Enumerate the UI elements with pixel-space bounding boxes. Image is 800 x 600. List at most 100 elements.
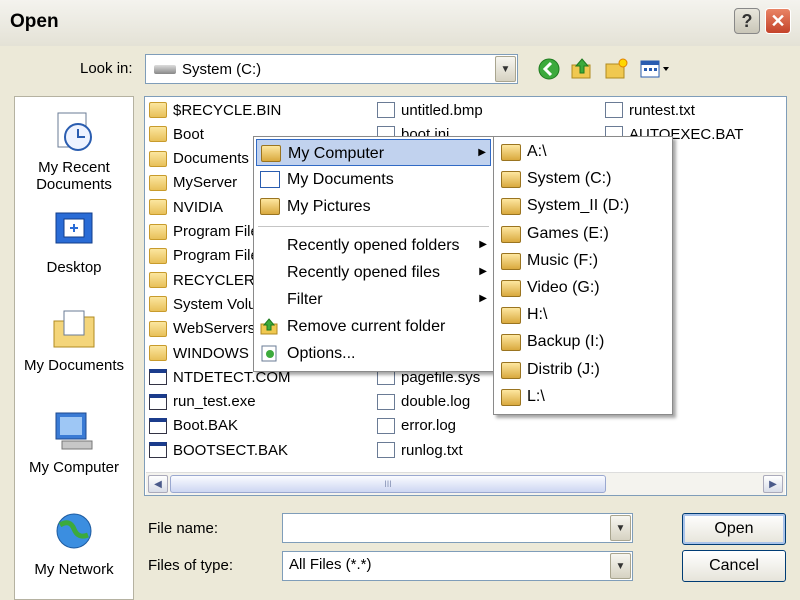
drive-item[interactable]: Music (F:) (496, 248, 670, 275)
menu-item-recent-folders[interactable]: Recently opened folders ▶ (256, 232, 491, 259)
up-folder-icon[interactable] (570, 57, 594, 81)
menu-item-my-computer[interactable]: My Computer ▶ (256, 139, 491, 166)
folder-icon (261, 145, 281, 162)
file-item[interactable]: $RECYCLE.BIN (149, 99, 281, 121)
file-name-text: runlog.txt (401, 441, 463, 459)
file-item[interactable]: WebServers (149, 318, 255, 340)
back-icon[interactable] (537, 57, 561, 81)
help-button[interactable]: ? (734, 8, 760, 34)
folder-icon (149, 223, 167, 240)
folder-icon (149, 126, 167, 143)
title-bar[interactable]: Open ? ✕ (0, 0, 800, 46)
drive-label: System_II (D:) (527, 197, 630, 215)
open-button[interactable]: Open (682, 513, 786, 545)
menu-item-recent-files[interactable]: Recently opened files ▶ (256, 259, 491, 286)
file-name-text: WebServers (173, 320, 256, 338)
document-icon (377, 417, 395, 434)
file-item[interactable]: Boot.BAK (149, 415, 238, 437)
folder-icon (149, 296, 167, 313)
file-item[interactable]: runtest.txt (605, 99, 695, 121)
file-item[interactable]: run_test.exe (149, 391, 256, 413)
file-item[interactable]: RECYCLER (149, 269, 255, 291)
folder-icon (149, 199, 167, 216)
menu-item-options[interactable]: Options... (256, 340, 491, 367)
file-item[interactable]: double.log (377, 391, 470, 413)
drive-label: H:\ (527, 306, 548, 324)
drive-item[interactable]: H:\ (496, 302, 670, 329)
menu-item-my-documents[interactable]: My Documents (256, 166, 491, 193)
file-item[interactable]: NVIDIA (149, 196, 223, 218)
file-name-text: $RECYCLE.BIN (173, 101, 282, 119)
file-item[interactable]: error.log (377, 415, 456, 437)
file-name-text: WINDOWS (173, 344, 249, 362)
place-desktop[interactable]: Desktop (15, 207, 133, 276)
file-item[interactable]: Documents (149, 148, 249, 170)
cancel-button[interactable]: Cancel (682, 550, 786, 582)
file-item[interactable]: WINDOWS (149, 342, 249, 364)
drive-folder-icon (501, 225, 521, 243)
document-icon (377, 442, 395, 459)
file-item[interactable]: Program Files (149, 221, 266, 243)
folder-icon (149, 102, 167, 118)
drive-label: Video (G:) (527, 279, 600, 296)
file-type-dropdown-button[interactable]: ▼ (610, 553, 631, 579)
file-item[interactable]: BOOTSECT.BAK (149, 439, 288, 461)
document-icon (377, 102, 395, 118)
drive-label: A:\ (527, 143, 547, 160)
file-item[interactable]: Program Files (149, 245, 266, 267)
drive-folder-icon (501, 334, 521, 352)
file-item[interactable]: MyServer (149, 172, 237, 194)
place-my-documents[interactable]: My Documents (15, 305, 133, 374)
folder-icon (149, 320, 167, 337)
submenu-arrow-icon: ▶ (479, 293, 487, 304)
scroll-right-icon[interactable]: ▶ (763, 475, 783, 493)
file-name-text: BOOTSECT.BAK (173, 441, 289, 459)
scroll-left-icon[interactable]: ◀ (148, 475, 168, 493)
my-documents-icon (50, 305, 98, 353)
file-name-text: Documents (173, 150, 249, 168)
close-button[interactable]: ✕ (765, 8, 791, 34)
drive-item[interactable]: Games (E:) (496, 221, 670, 248)
look-in-label: Look in: (80, 60, 133, 77)
horizontal-scrollbar[interactable]: ◀ III ▶ (146, 472, 785, 495)
new-folder-icon[interactable] (604, 57, 628, 81)
file-name-combo[interactable]: ▼ (282, 513, 633, 543)
file-item[interactable]: untitled.bmp (377, 99, 483, 121)
drive-item[interactable]: Backup (I:) (496, 329, 670, 356)
drive-label: System (C:) (527, 170, 612, 188)
dialog-title: Open (10, 11, 59, 32)
file-item[interactable]: runlog.txt (377, 439, 463, 461)
place-recent-documents[interactable]: My Recent Documents (15, 107, 133, 193)
menu-item-filter[interactable]: Filter ▶ (256, 286, 491, 313)
file-name-text: error.log (401, 417, 457, 435)
view-menu-icon[interactable] (638, 57, 672, 81)
file-name-text: double.log (401, 393, 471, 411)
drive-item[interactable]: Distrib (J:) (496, 357, 670, 384)
menu-item-my-pictures[interactable]: My Pictures (256, 193, 491, 220)
look-in-value: System (C:) (182, 61, 262, 78)
document-icon (377, 393, 395, 410)
hard-drive-icon (154, 65, 176, 74)
folder-icon (149, 150, 167, 167)
place-label: My Computer (28, 459, 120, 476)
folder-icon (149, 345, 167, 361)
drive-item[interactable]: System_II (D:) (496, 193, 670, 220)
look-in-dropdown-button[interactable]: ▼ (495, 56, 516, 82)
place-my-computer[interactable]: My Computer (15, 407, 133, 476)
drive-item[interactable]: System (C:) (496, 166, 670, 193)
menu-item-remove-folder[interactable]: Remove current folder (256, 313, 491, 340)
drive-item[interactable]: A:\ (496, 139, 670, 166)
file-type-combo[interactable]: All Files (*.*) ▼ (282, 551, 633, 581)
drive-folder-icon (501, 388, 521, 406)
context-menu: My Computer ▶ My Documents My Pictures R… (253, 136, 494, 372)
drive-item[interactable]: L:\ (496, 384, 670, 411)
drive-folder-icon (501, 144, 521, 161)
file-name-text: NVIDIA (173, 198, 224, 216)
look-in-combo[interactable]: System (C:) ▼ (145, 54, 518, 84)
drive-item[interactable]: Video (G:) (496, 275, 670, 302)
file-item[interactable]: Boot (149, 123, 204, 145)
scroll-thumb[interactable]: III (170, 475, 606, 493)
place-my-network[interactable]: My Network (15, 509, 133, 578)
file-name-dropdown-button[interactable]: ▼ (610, 515, 631, 541)
drive-label: Distrib (J:) (527, 360, 600, 378)
